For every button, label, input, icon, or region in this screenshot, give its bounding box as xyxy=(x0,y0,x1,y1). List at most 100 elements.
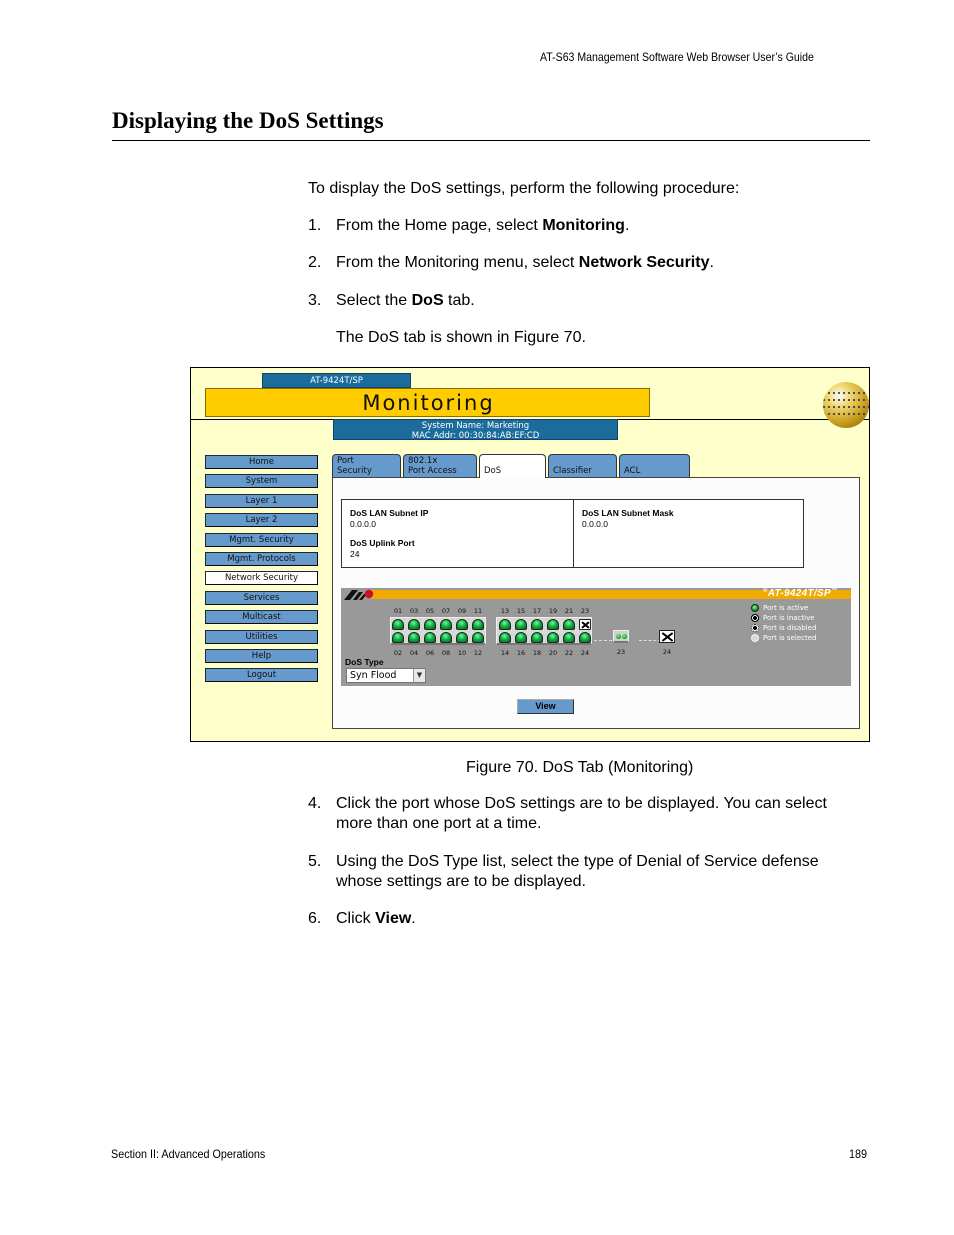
port-16[interactable] xyxy=(515,632,527,643)
port-11[interactable] xyxy=(472,619,484,630)
step-text: Click View. xyxy=(336,909,416,929)
port-disabled-icon xyxy=(751,624,759,632)
port-15[interactable] xyxy=(515,619,527,630)
sidebar-item-services[interactable]: Services xyxy=(205,590,318,605)
dos-tab-panel: DoS LAN Subnet IP 0.0.0.0 DoS Uplink Por… xyxy=(332,477,860,729)
step-text-bold: View xyxy=(375,910,412,927)
dos-type-value: Syn Flood xyxy=(350,670,397,681)
port-03[interactable] xyxy=(408,619,420,630)
port-04[interactable] xyxy=(408,632,420,643)
sidebar-item-mgmt-security[interactable]: Mgmt. Security xyxy=(205,532,318,547)
sidebar-item-network-security[interactable]: Network Security xyxy=(205,571,318,586)
port-18[interactable] xyxy=(531,632,543,643)
port-07[interactable] xyxy=(440,619,452,630)
view-button[interactable]: View xyxy=(517,699,574,714)
port-24[interactable] xyxy=(579,632,591,643)
port-number-label: 14 xyxy=(500,649,510,657)
tab-label: DoS xyxy=(484,466,502,476)
port-number-label: 22 xyxy=(564,649,574,657)
tab-port-security[interactable]: Port Security xyxy=(332,454,401,477)
port-17[interactable] xyxy=(531,619,543,630)
step-text-line2: more than one port at a time. xyxy=(336,815,542,832)
figure-caption: Figure 70. DoS Tab (Monitoring) xyxy=(466,759,694,776)
dos-type-select[interactable]: Syn Flood ▼ xyxy=(346,668,426,683)
port-number-label: 15 xyxy=(516,607,526,615)
sidebar-item-mgmt-protocols[interactable]: Mgmt. Protocols xyxy=(205,552,318,566)
port-number-label: 12 xyxy=(473,649,483,657)
tab-label-line1: 802.1x xyxy=(408,456,438,466)
step-text: From the Home page, select Monitoring. xyxy=(336,216,629,236)
port-number-label: 20 xyxy=(548,649,558,657)
banner-title: Monitoring xyxy=(362,391,495,415)
sidebar-item-layer-1[interactable]: Layer 1 xyxy=(205,493,318,508)
tab-label: Security xyxy=(337,466,372,476)
port-13[interactable] xyxy=(499,619,511,630)
port-number-label: 21 xyxy=(564,607,574,615)
tab-classifier[interactable]: Classifier xyxy=(548,454,617,477)
port-08[interactable] xyxy=(440,632,452,643)
uplink-port-23[interactable] xyxy=(613,630,629,643)
port-number-label: 09 xyxy=(457,607,467,615)
sidebar-item-home[interactable]: Home xyxy=(205,455,318,469)
port-active-icon xyxy=(751,604,759,612)
port-09[interactable] xyxy=(456,619,468,630)
port-22[interactable] xyxy=(563,632,575,643)
port-23[interactable] xyxy=(579,619,591,630)
step-text-post: . xyxy=(411,910,416,927)
step-2: 2. From the Monitoring menu, select Netw… xyxy=(308,253,714,273)
port-10[interactable] xyxy=(456,632,468,643)
legend-label: Port is active xyxy=(763,604,809,612)
chevron-down-icon[interactable]: ▼ xyxy=(413,669,425,682)
sidebar-item-layer-2[interactable]: Layer 2 xyxy=(205,513,318,528)
info-divider xyxy=(573,500,574,568)
step-text-pre: From the Monitoring menu, select xyxy=(336,254,579,271)
port-14[interactable] xyxy=(499,632,511,643)
switch-model-label: ®AT-9424T/SP™ xyxy=(763,588,838,599)
tab-label-line1: Port xyxy=(337,456,354,466)
system-info: System Name: Marketing MAC Addr: 00:30:8… xyxy=(333,419,618,441)
step-3-note: The DoS tab is shown in Figure 70. xyxy=(336,329,586,346)
step-text-post: . xyxy=(624,217,630,234)
port-number-label: 10 xyxy=(457,649,467,657)
step-6: 6. Click View. xyxy=(308,909,416,929)
uplink-port-label: 24 xyxy=(662,648,672,656)
legend-item-inactive: Port is inactive xyxy=(751,614,815,622)
sidebar-item-system[interactable]: System xyxy=(205,474,318,489)
port-number-label: 19 xyxy=(548,607,558,615)
uplink-port-label: 23 xyxy=(616,648,626,656)
port-02[interactable] xyxy=(392,632,404,643)
system-name: System Name: Marketing xyxy=(421,421,530,431)
step-text-bold: Network Security xyxy=(578,254,710,271)
sidebar-item-utilities[interactable]: Utilities xyxy=(205,629,318,644)
sidebar-item-help[interactable]: Help xyxy=(205,649,318,663)
port-01[interactable] xyxy=(392,619,404,630)
port-20[interactable] xyxy=(547,632,559,643)
legend-label: Port is selected xyxy=(763,634,817,642)
dos-info-box: DoS LAN Subnet IP 0.0.0.0 DoS Uplink Por… xyxy=(341,499,804,568)
port-number-label: 23 xyxy=(580,607,590,615)
step-text-line1: Click the port whose DoS settings are to… xyxy=(336,795,827,812)
step-text-post: tab. xyxy=(443,292,475,309)
port-19[interactable] xyxy=(547,619,559,630)
tab-acl[interactable]: ACL xyxy=(619,454,690,477)
allied-telesis-logo-icon xyxy=(344,589,374,600)
step-text-line1: Using the DoS Type list, select the type… xyxy=(336,853,819,870)
uplink-port-label: DoS Uplink Port xyxy=(350,538,415,548)
port-06[interactable] xyxy=(424,632,436,643)
footer-section: Section II: Advanced Operations xyxy=(111,1147,266,1161)
port-21[interactable] xyxy=(563,619,575,630)
tab-802-1x-port-access[interactable]: 802.1x Port Access xyxy=(403,454,477,477)
port-05[interactable] xyxy=(424,619,436,630)
step-number: 1. xyxy=(308,217,322,234)
sidebar-item-multicast[interactable]: Multicast xyxy=(205,610,318,625)
legend-label: Port is inactive xyxy=(763,614,815,622)
port-12[interactable] xyxy=(472,632,484,643)
port-number-label: 03 xyxy=(409,607,419,615)
tab-dos[interactable]: DoS xyxy=(479,454,546,478)
port-number-label: 13 xyxy=(500,607,510,615)
uplink-port-24[interactable] xyxy=(659,630,675,643)
sidebar-item-logout[interactable]: Logout xyxy=(205,668,318,683)
port-selected-icon xyxy=(751,634,759,642)
port-number-label: 07 xyxy=(441,607,451,615)
port-number-label: 17 xyxy=(532,607,542,615)
